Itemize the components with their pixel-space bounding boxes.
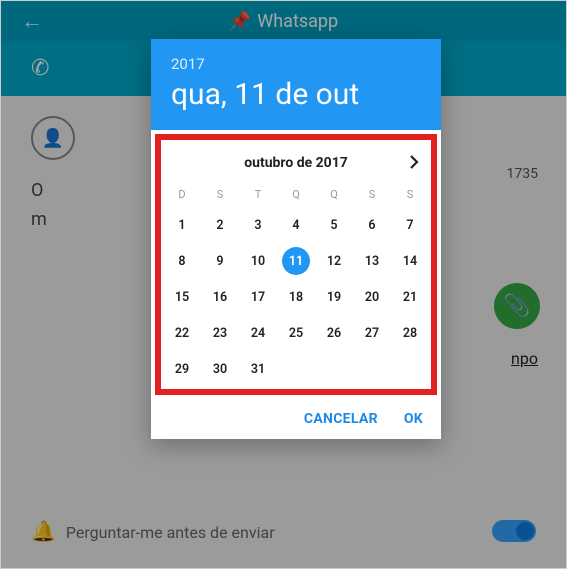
calendar-day[interactable]: 8 xyxy=(163,243,201,279)
calendar-day[interactable]: 11 xyxy=(277,243,315,279)
dow-label: S xyxy=(201,182,239,207)
dow-label: D xyxy=(163,182,201,207)
calendar-day[interactable]: 7 xyxy=(391,207,429,243)
calendar-day xyxy=(353,351,391,387)
calendar-day[interactable]: 2 xyxy=(201,207,239,243)
dow-label: Q xyxy=(277,182,315,207)
date-picker-dialog: 2017 qua, 11 de out outubro de 2017 DSTQ… xyxy=(151,39,441,439)
dow-label: T xyxy=(239,182,277,207)
calendar-day xyxy=(391,351,429,387)
dialog-actions: CANCELAR OK xyxy=(151,399,441,439)
calendar-day[interactable]: 15 xyxy=(163,279,201,315)
calendar-day[interactable]: 17 xyxy=(239,279,277,315)
month-label: outubro de 2017 xyxy=(244,155,348,171)
calendar-day[interactable]: 20 xyxy=(353,279,391,315)
calendar-highlight-box: outubro de 2017 DSTQQSS 1234567891011121… xyxy=(155,134,437,395)
header-date[interactable]: qua, 11 de out xyxy=(171,77,421,112)
dow-label: Q xyxy=(315,182,353,207)
dow-label: S xyxy=(353,182,391,207)
calendar-day[interactable]: 26 xyxy=(315,315,353,351)
dow-label: S xyxy=(391,182,429,207)
calendar-day[interactable]: 23 xyxy=(201,315,239,351)
calendar-day[interactable]: 12 xyxy=(315,243,353,279)
dialog-header: 2017 qua, 11 de out xyxy=(151,39,441,130)
next-month-button[interactable] xyxy=(409,154,419,173)
ok-button[interactable]: OK xyxy=(404,411,423,427)
calendar-grid: DSTQQSS 12345678910111213141516171819202… xyxy=(163,182,429,387)
header-year[interactable]: 2017 xyxy=(171,55,421,73)
calendar-day[interactable]: 22 xyxy=(163,315,201,351)
calendar-day[interactable]: 21 xyxy=(391,279,429,315)
calendar-day[interactable]: 25 xyxy=(277,315,315,351)
calendar-day[interactable]: 30 xyxy=(201,351,239,387)
calendar-day[interactable]: 28 xyxy=(391,315,429,351)
calendar-day[interactable]: 6 xyxy=(353,207,391,243)
calendar-day[interactable]: 9 xyxy=(201,243,239,279)
calendar-day[interactable]: 24 xyxy=(239,315,277,351)
calendar-day xyxy=(315,351,353,387)
calendar-header: outubro de 2017 xyxy=(163,144,429,182)
calendar-day[interactable]: 16 xyxy=(201,279,239,315)
calendar-day[interactable]: 27 xyxy=(353,315,391,351)
calendar-day[interactable]: 3 xyxy=(239,207,277,243)
calendar-day[interactable]: 18 xyxy=(277,279,315,315)
calendar-day[interactable]: 1 xyxy=(163,207,201,243)
calendar-day[interactable]: 14 xyxy=(391,243,429,279)
calendar-day[interactable]: 4 xyxy=(277,207,315,243)
calendar-day[interactable]: 5 xyxy=(315,207,353,243)
calendar-day[interactable]: 13 xyxy=(353,243,391,279)
chevron-right-icon xyxy=(409,155,419,169)
calendar-day[interactable]: 31 xyxy=(239,351,277,387)
calendar-day[interactable]: 19 xyxy=(315,279,353,315)
calendar-day[interactable]: 29 xyxy=(163,351,201,387)
calendar-day[interactable]: 10 xyxy=(239,243,277,279)
cancel-button[interactable]: CANCELAR xyxy=(304,411,378,427)
calendar-day xyxy=(277,351,315,387)
